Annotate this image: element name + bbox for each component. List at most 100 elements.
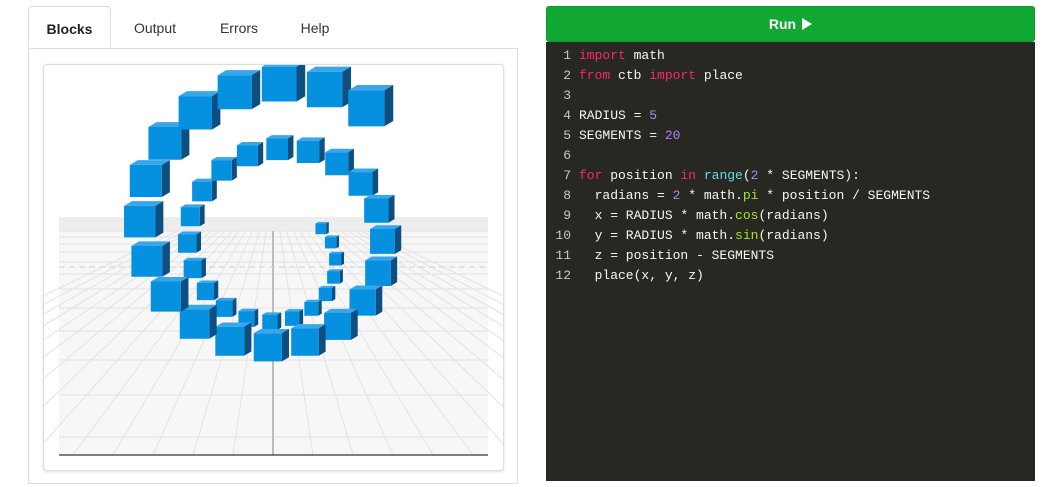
- block-cube: [178, 91, 221, 130]
- line-number: 12: [555, 268, 571, 283]
- code-token: SEGMENTS =: [579, 128, 665, 143]
- code-line[interactable]: 7 for position in range(2 * SEGMENTS):: [546, 166, 860, 186]
- block-cube: [304, 299, 322, 316]
- cube-side-face: [351, 308, 358, 340]
- cube-side-face: [254, 308, 259, 327]
- cube-side-face: [296, 65, 306, 102]
- line-number: 7: [563, 168, 571, 183]
- cube-side-face: [341, 251, 345, 266]
- code-token: import: [579, 48, 626, 63]
- horizon-band: [59, 217, 488, 231]
- cube-side-face: [390, 256, 398, 286]
- cube-front-face: [370, 228, 396, 254]
- code-line[interactable]: 8 radians = 2 * math.pi * position / SEG…: [546, 186, 930, 206]
- cube-side-face: [251, 70, 261, 110]
- block-cube: [306, 66, 352, 108]
- cube-front-face: [318, 287, 333, 302]
- cube-side-face: [375, 285, 383, 316]
- cube-side-face: [277, 312, 282, 330]
- cube-side-face: [299, 309, 304, 326]
- cube-front-face: [306, 71, 343, 108]
- code-line[interactable]: 9 x = RADIUS * math.cos(radians): [546, 206, 828, 226]
- cube-side-face: [336, 235, 340, 249]
- block-cube: [327, 269, 343, 284]
- tab-help[interactable]: Help: [288, 6, 342, 48]
- code-line[interactable]: 12 place(x, y, z): [546, 266, 703, 286]
- cube-front-face: [129, 164, 162, 198]
- cube-side-face: [231, 157, 237, 181]
- block-cube: [291, 324, 326, 356]
- cube-front-face: [324, 237, 337, 249]
- cube-side-face: [257, 142, 264, 167]
- cube-front-face: [262, 314, 278, 330]
- block-cube: [348, 84, 394, 127]
- block-cube: [315, 221, 329, 235]
- block-cube: [192, 178, 217, 202]
- block-cube: [325, 148, 354, 176]
- cube-side-face: [213, 280, 219, 301]
- code-line[interactable]: 4 RADIUS = 5: [546, 106, 657, 126]
- cube-front-face: [179, 309, 210, 339]
- code-line[interactable]: 3: [546, 86, 579, 106]
- cube-front-face: [304, 301, 319, 316]
- cube-front-face: [236, 145, 258, 167]
- cube-front-face: [177, 234, 197, 253]
- cube-side-face: [388, 194, 395, 223]
- cube-front-face: [324, 312, 352, 340]
- code-line[interactable]: 2 from ctb import place: [546, 66, 743, 86]
- code-line[interactable]: 10 y = RADIUS * math.sin(radians): [546, 226, 828, 246]
- code-token: ctb: [610, 68, 650, 83]
- cube-side-face: [201, 257, 206, 279]
- block-cube: [296, 137, 325, 164]
- block-cube: [179, 304, 217, 339]
- line-number: 9: [563, 208, 571, 223]
- line-number: 5: [563, 128, 571, 143]
- cube-side-face: [155, 201, 164, 238]
- cube-side-face: [180, 276, 189, 312]
- block-cube: [364, 194, 395, 223]
- code-line[interactable]: 6: [546, 146, 579, 166]
- code-line[interactable]: 1 import math: [546, 46, 665, 66]
- cube-side-face: [161, 160, 170, 198]
- cube-front-face: [196, 283, 214, 301]
- block-cube: [318, 285, 336, 302]
- code-token: * position / SEGMENTS: [758, 188, 931, 203]
- tab-errors[interactable]: Errors: [208, 6, 270, 48]
- code-line[interactable]: 5 SEGMENTS = 20: [546, 126, 680, 146]
- cube-front-face: [215, 326, 245, 356]
- code-token: from: [579, 68, 611, 83]
- cube-front-face: [296, 140, 320, 164]
- code-token: radians =: [579, 188, 673, 203]
- tab-output[interactable]: Output: [120, 6, 190, 48]
- block-cube: [324, 235, 340, 249]
- cube-front-face: [253, 333, 282, 362]
- code-token: position: [602, 168, 681, 183]
- cube-side-face: [244, 322, 252, 356]
- tab-blocks[interactable]: Blocks: [28, 6, 111, 48]
- cube-front-face: [364, 198, 389, 223]
- cube-front-face: [215, 300, 233, 317]
- run-button[interactable]: Run: [546, 6, 1035, 42]
- block-cube: [196, 280, 219, 301]
- code-editor[interactable]: 1 import math 2 from ctb import place 3 4 RADI…: [546, 42, 1035, 481]
- block-cube: [262, 312, 282, 330]
- line-number: 3: [563, 88, 571, 103]
- cube-side-face: [232, 297, 237, 317]
- cube-side-face: [162, 241, 170, 277]
- code-line[interactable]: 11 z = position - SEGMENTS: [546, 246, 774, 266]
- code-token: range: [703, 168, 743, 183]
- block-cube: [217, 70, 261, 110]
- cube-side-face: [318, 324, 326, 356]
- cube-front-face: [365, 260, 391, 286]
- cube-side-face: [211, 178, 217, 202]
- code-token: x = RADIUS * math.: [579, 208, 736, 223]
- block-cube: [183, 257, 206, 279]
- code-token: pi: [742, 188, 759, 203]
- block-cube: [348, 168, 379, 196]
- 3d-viewport[interactable]: [43, 64, 504, 471]
- cube-front-face: [217, 75, 252, 110]
- line-number: 2: [563, 68, 571, 83]
- line-number: 8: [563, 188, 571, 203]
- cube-front-face: [183, 260, 202, 279]
